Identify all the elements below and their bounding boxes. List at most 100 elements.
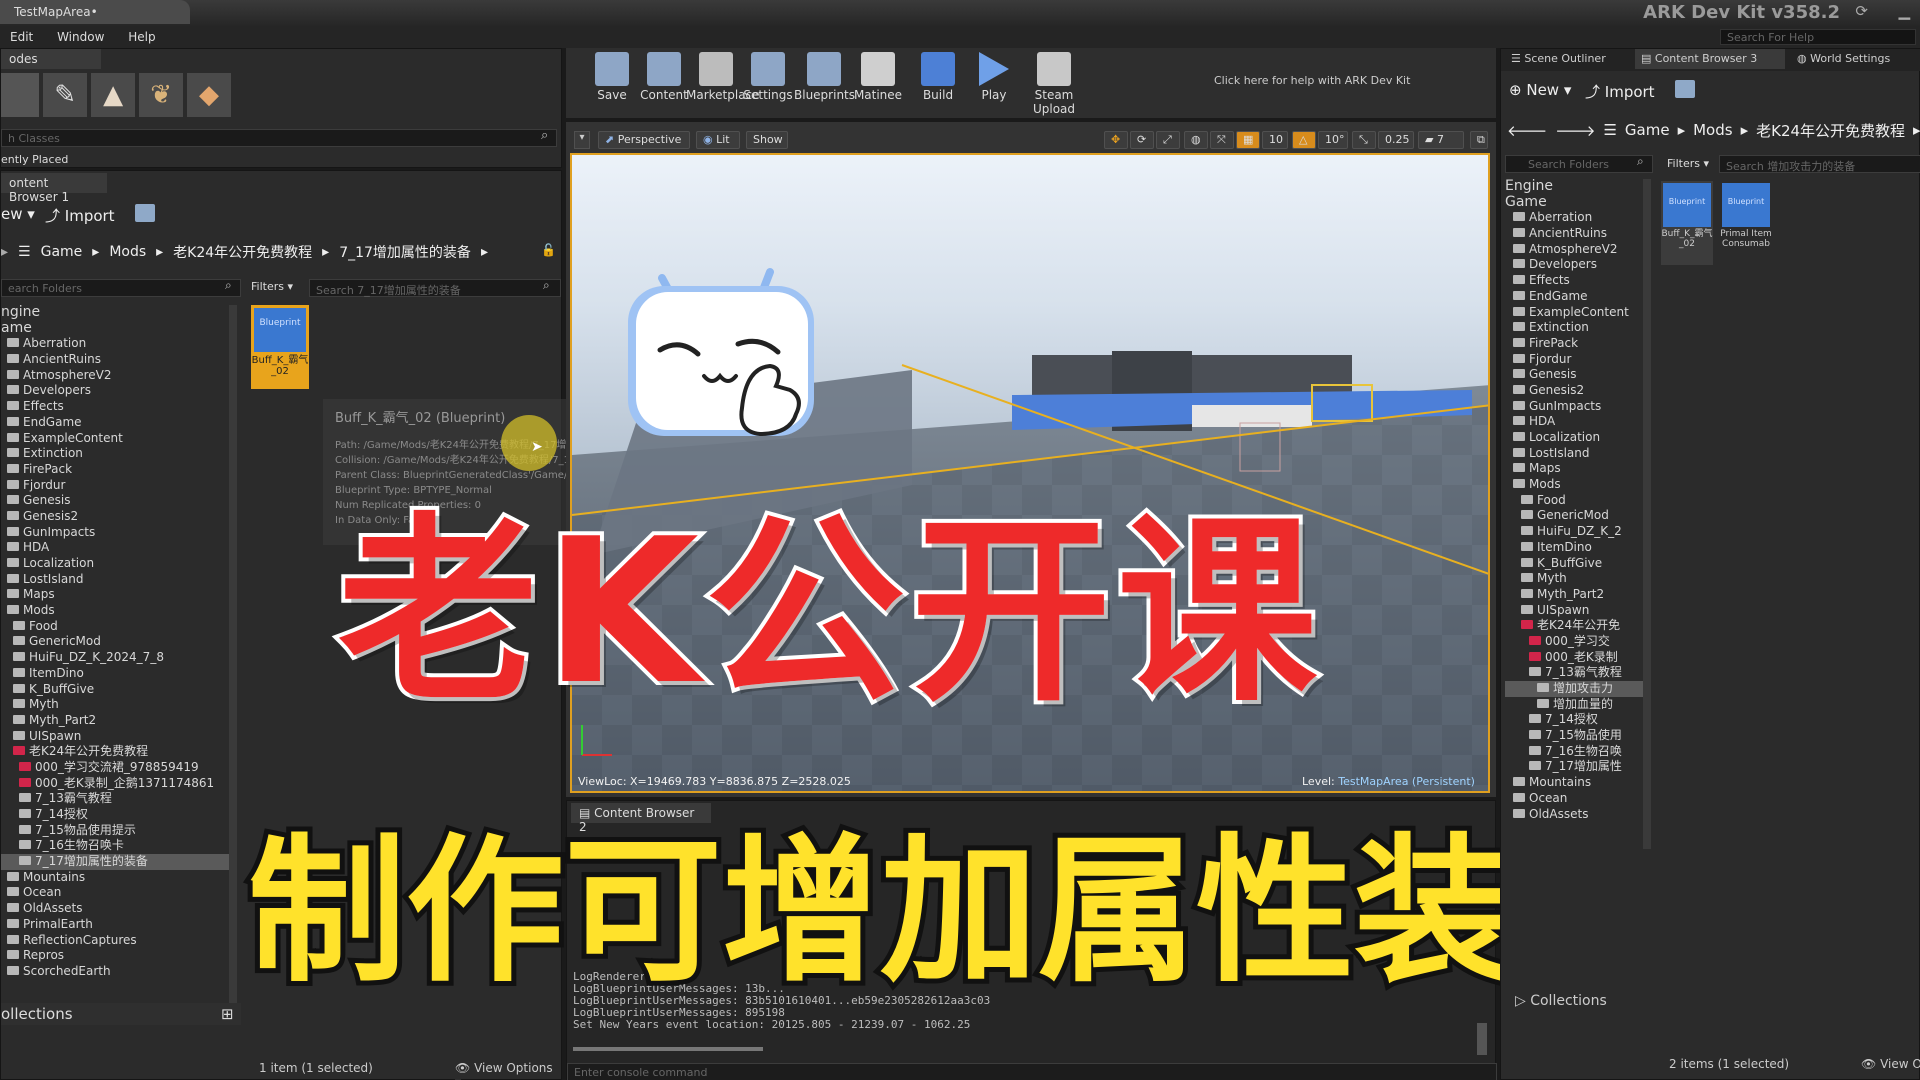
folder-tree-item[interactable]: 老K24年公开免	[1505, 618, 1643, 634]
console-input[interactable]: Enter console command	[567, 1063, 1497, 1080]
right-folder-search-input[interactable]: Search Folders	[1505, 155, 1653, 173]
sync-icon[interactable]: ⟳	[1855, 2, 1868, 20]
folder-tree-item[interactable]: Ocean	[1, 885, 229, 901]
folder-tree-item[interactable]: Myth	[1505, 571, 1643, 587]
folder-tree-item[interactable]: Mountains	[1, 870, 229, 886]
folder-tree-item[interactable]: UISpawn	[1505, 603, 1643, 619]
toolbar-marketplace-button[interactable]: Marketplace	[686, 50, 746, 102]
breadcrumb-mods[interactable]: Mods	[109, 244, 146, 260]
tab-content-browser-3[interactable]: ▤ Content Browser 3	[1635, 49, 1785, 69]
view-options-button[interactable]: 👁 View Options ▾	[455, 1061, 561, 1080]
folder-tree-item[interactable]: OldAssets	[1505, 807, 1643, 823]
toolbar-steam-upload-button[interactable]: Steam Upload	[1024, 50, 1084, 116]
toolbar-blueprints-button[interactable]: Blueprints	[794, 50, 854, 102]
lit-button[interactable]: ◉ Lit	[696, 131, 740, 149]
folder-tree-icon[interactable]: ☰	[18, 244, 31, 260]
show-button[interactable]: Show	[746, 131, 788, 149]
viewport-options-button[interactable]: ▾	[574, 131, 590, 149]
help-search-input[interactable]: Search For Help	[1720, 29, 1916, 45]
folder-tree-item[interactable]: AtmosphereV2	[1505, 242, 1643, 258]
folder-tree-item[interactable]: Food	[1505, 493, 1643, 509]
grid-snap-icon[interactable]: ▦	[1236, 131, 1260, 149]
folder-tree-item[interactable]: ame	[1, 321, 229, 337]
folder-tree-item[interactable]: EndGame	[1505, 289, 1643, 305]
right-breadcrumb-mods[interactable]: Mods	[1693, 121, 1732, 139]
breadcrumb-current[interactable]: 7_17增加属性的装备	[339, 242, 471, 262]
folder-tree-item[interactable]: Ocean	[1505, 791, 1643, 807]
folder-tree-item[interactable]: GunImpacts	[1505, 399, 1643, 415]
content-browser-1-tab[interactable]: ontent Browser 1	[1, 173, 107, 193]
folder-tree-item[interactable]: AncientRuins	[1, 352, 229, 368]
breadcrumb-game[interactable]: Game	[41, 244, 83, 260]
folder-tree-item[interactable]: Effects	[1505, 273, 1643, 289]
folder-tree-item[interactable]: UISpawn	[1, 729, 229, 745]
toolbar-build-button[interactable]: Build	[908, 50, 968, 102]
folder-tree-item[interactable]: HDA	[1505, 414, 1643, 430]
scale-snap-icon[interactable]: ⤡	[1352, 131, 1376, 149]
folder-tree-item[interactable]: Mountains	[1505, 775, 1643, 791]
folder-tree-item[interactable]: GunImpacts	[1, 525, 229, 541]
folder-tree-item[interactable]: 增加攻击力	[1505, 681, 1643, 697]
folder-tree-item[interactable]: 增加血量的	[1505, 697, 1643, 713]
filters-button[interactable]: Filters ▾	[251, 280, 293, 293]
foliage-mode-icon[interactable]: ❦	[139, 73, 183, 117]
add-collection-icon[interactable]: ⊞	[221, 1005, 234, 1023]
folder-tree-item[interactable]: 7_16生物召唤卡	[1, 838, 229, 854]
save-all-icon[interactable]	[135, 204, 155, 222]
folder-tree-item[interactable]: Myth_Part2	[1505, 587, 1643, 603]
folder-tree-item[interactable]: Genesis2	[1505, 383, 1643, 399]
right-import-button[interactable]: ⤴ Import	[1585, 81, 1655, 102]
folder-tree-item[interactable]: Localization	[1505, 430, 1643, 446]
folder-tree-item[interactable]: Developers	[1505, 257, 1643, 273]
folder-tree-item[interactable]: OldAssets	[1, 901, 229, 917]
folder-tree-item[interactable]: ngine	[1, 305, 229, 321]
right-asset-tile[interactable]: Blueprint Buff_K_霸气_02	[1661, 181, 1713, 265]
folder-tree-item[interactable]: Aberration	[1505, 210, 1643, 226]
right-asset-search-input[interactable]: Search 增加攻击力的装备	[1719, 155, 1920, 173]
tab-scene-outliner[interactable]: ☰ Scene Outliner	[1505, 49, 1633, 69]
folder-tree-item[interactable]: AncientRuins	[1505, 226, 1643, 242]
import-button[interactable]: ⤴ Import	[45, 205, 115, 226]
toolbar-save-button[interactable]: Save	[582, 50, 642, 102]
folder-tree-item[interactable]: ExampleContent	[1505, 305, 1643, 321]
minimize-icon[interactable]: ▁	[1898, 2, 1910, 20]
folder-tree-item[interactable]: Extinction	[1, 446, 229, 462]
folder-tree-item[interactable]: GenericMod	[1505, 508, 1643, 524]
folder-tree-item[interactable]: K_BuffGive	[1, 682, 229, 698]
scale-icon[interactable]: ⤢	[1156, 131, 1180, 149]
folder-tree-item[interactable]: Extinction	[1505, 320, 1643, 336]
right-breadcrumb-tutorial[interactable]: 老K24年公开免费教程	[1756, 120, 1905, 141]
folder-tree-item[interactable]: 7_17增加属性的装备	[1, 854, 229, 870]
tab-world-settings[interactable]: ◍ World Settings	[1791, 49, 1920, 69]
folder-tree-item[interactable]: Developers	[1, 383, 229, 399]
folder-tree-item[interactable]: Engine	[1505, 179, 1643, 195]
menu-edit[interactable]: Edit	[0, 26, 43, 48]
toolbar-matinee-button[interactable]: Matinee	[848, 50, 908, 102]
folder-tree-item[interactable]: Aberration	[1, 336, 229, 352]
folder-tree-item[interactable]: 7_17增加属性	[1505, 759, 1643, 775]
folder-tree-item[interactable]: Maps	[1505, 461, 1643, 477]
geometry-mode-icon[interactable]: ◆	[187, 73, 231, 117]
folder-tree-item[interactable]: Food	[1, 619, 229, 635]
lock-icon[interactable]: 🔓	[541, 243, 556, 257]
back-arrow-icon[interactable]: 🡐	[1507, 121, 1547, 140]
toolbar-content-button[interactable]: Content	[634, 50, 694, 102]
folder-tree-item[interactable]: Mods	[1505, 477, 1643, 493]
right-breadcrumb-game[interactable]: Game	[1625, 121, 1670, 139]
rotation-snap-icon[interactable]: △	[1292, 131, 1316, 149]
place-mode-icon[interactable]	[1, 73, 39, 117]
folder-tree-item[interactable]: ItemDino	[1, 666, 229, 682]
folder-tree-item[interactable]: 7_16生物召唤	[1505, 744, 1643, 760]
folder-tree-item[interactable]: 7_13霸气教程	[1505, 665, 1643, 681]
folder-tree-item[interactable]: ReflectionCaptures	[1, 933, 229, 949]
folder-tree-item[interactable]: ScorchedEarth	[1, 964, 229, 980]
map-tab[interactable]: TestMapArea•	[0, 0, 190, 24]
class-search-input[interactable]: h Classes	[1, 129, 557, 147]
right-asset-tile[interactable]: Blueprint Primal Item Consumab	[1717, 181, 1775, 271]
folder-tree-icon[interactable]: ☰	[1603, 121, 1616, 139]
folder-tree-item[interactable]: 000_学习交	[1505, 634, 1643, 650]
folder-tree-item[interactable]: EndGame	[1, 415, 229, 431]
folder-tree-item[interactable]: 7_15物品使用提示	[1, 823, 229, 839]
folder-tree-item[interactable]: K_BuffGive	[1505, 556, 1643, 572]
folder-tree-item[interactable]: ItemDino	[1505, 540, 1643, 556]
